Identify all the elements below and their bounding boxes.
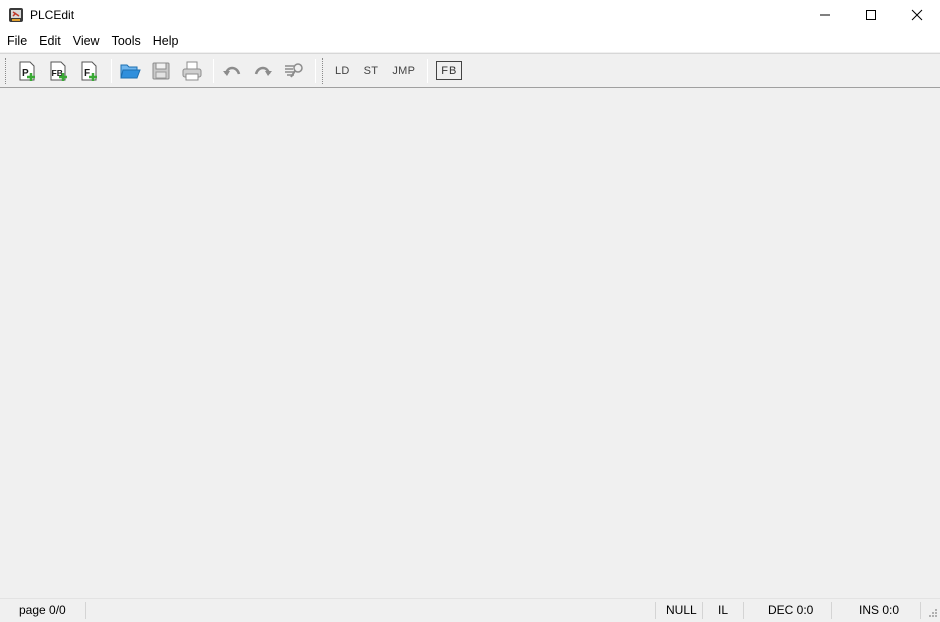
- toolbar-separator: [315, 58, 316, 83]
- find-button[interactable]: [280, 57, 308, 85]
- status-divider: [743, 602, 744, 619]
- fb-button[interactable]: FB: [436, 61, 463, 80]
- menu-file[interactable]: File: [1, 30, 33, 52]
- menu-edit[interactable]: Edit: [33, 30, 67, 52]
- st-button[interactable]: ST: [358, 59, 385, 83]
- status-divider: [655, 602, 656, 619]
- title-bar: PLCEdit: [0, 0, 940, 30]
- new-function-block-icon: FB: [50, 61, 67, 81]
- window-controls: [802, 0, 940, 30]
- status-divider: [831, 602, 832, 619]
- toolbar-separator: [213, 58, 214, 83]
- status-bar: page 0/0 NULL IL DEC 0:0 INS 0:0: [0, 598, 940, 620]
- resize-grip-icon[interactable]: [928, 608, 938, 618]
- redo-icon: [254, 66, 272, 76]
- status-divider: [85, 602, 86, 619]
- minimize-button[interactable]: [802, 0, 848, 30]
- menu-view[interactable]: View: [67, 30, 106, 52]
- status-divider: [920, 602, 921, 619]
- undo-icon: [223, 66, 241, 76]
- find-replace-icon: [285, 62, 303, 78]
- status-dec: DEC 0:0: [768, 603, 814, 617]
- toolbar-separator: [427, 58, 429, 83]
- new-program-icon: P: [19, 61, 35, 81]
- editor-workspace[interactable]: [0, 88, 940, 598]
- open-button[interactable]: [116, 57, 144, 85]
- minimize-icon: [820, 14, 830, 16]
- ld-button[interactable]: LD: [329, 59, 356, 83]
- undo-button[interactable]: [218, 57, 246, 85]
- status-divider: [702, 602, 703, 619]
- print-icon: [182, 61, 202, 80]
- new-function-button[interactable]: F: [76, 57, 104, 85]
- print-button[interactable]: [178, 57, 206, 85]
- new-program-button[interactable]: P: [14, 57, 42, 85]
- redo-button[interactable]: [249, 57, 277, 85]
- toolbar: P FB F LD ST JMP FB: [0, 53, 940, 88]
- status-ins: INS 0:0: [859, 603, 900, 617]
- status-page: page 0/0: [19, 603, 66, 617]
- menu-bar: File Edit View Tools Help: [0, 30, 940, 52]
- window-title: PLCEdit: [30, 8, 75, 22]
- status-null: NULL: [666, 603, 697, 617]
- toolbar-separator: [111, 58, 112, 83]
- save-button[interactable]: [147, 57, 175, 85]
- menu-tools[interactable]: Tools: [106, 30, 147, 52]
- toolbar-grip[interactable]: [322, 57, 325, 84]
- new-function-block-button[interactable]: FB: [45, 57, 73, 85]
- close-icon: [911, 9, 923, 21]
- maximize-icon: [866, 10, 876, 20]
- open-folder-icon: [120, 64, 141, 78]
- menu-help[interactable]: Help: [147, 30, 185, 52]
- save-icon: [152, 62, 170, 79]
- toolbar-grip[interactable]: [5, 57, 8, 84]
- status-language: IL: [718, 603, 729, 617]
- plcedit-app-icon: [9, 8, 23, 22]
- jmp-button[interactable]: JMP: [386, 59, 421, 83]
- maximize-button[interactable]: [848, 0, 894, 30]
- new-function-icon: F: [81, 61, 97, 81]
- close-button[interactable]: [894, 0, 940, 30]
